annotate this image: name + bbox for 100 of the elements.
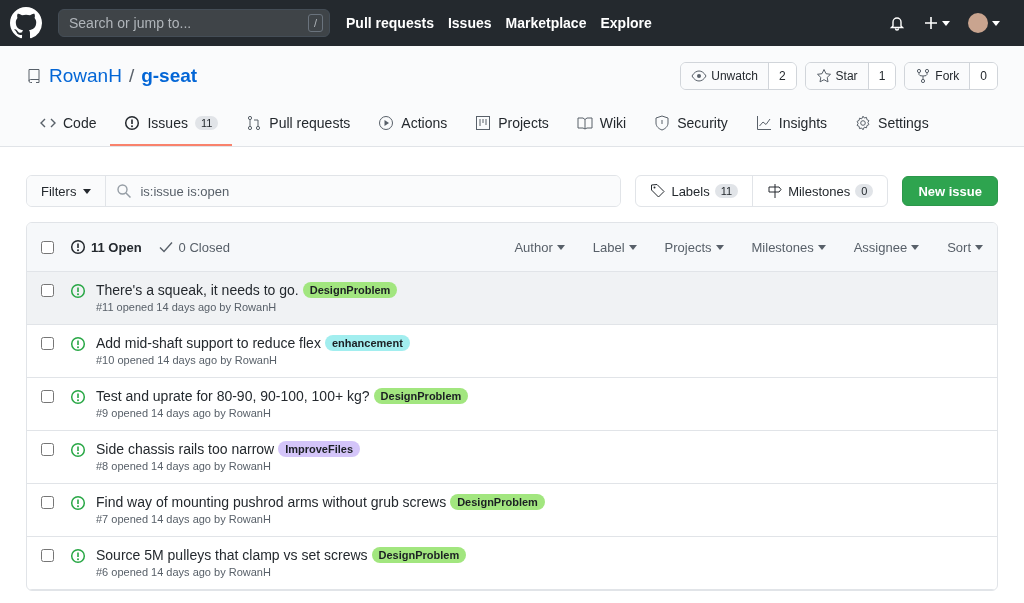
issue-title-link[interactable]: There's a squeak, it needs to go. — [96, 282, 299, 298]
check-icon — [157, 239, 174, 255]
caret-icon — [975, 244, 983, 250]
issue-icon — [70, 495, 86, 511]
issue-meta: #6 opened 14 days ago by RowanH — [96, 566, 272, 578]
owner-link[interactable]: RowanH — [49, 65, 122, 87]
issue-icon — [70, 239, 86, 255]
issue-row[interactable]: Side chassis rails too narrow ImproveFiles #8 opened 14 days ago by RowanH — [27, 431, 997, 484]
issue-label[interactable]: DesignProblem — [371, 547, 467, 563]
count-link[interactable]: 0 — [969, 63, 997, 89]
issue-icon — [124, 115, 141, 131]
nav-link[interactable]: Explore — [600, 15, 652, 31]
bell-icon — [889, 15, 905, 31]
issue-title-link[interactable]: Source 5M pulleys that clamp vs set screws — [96, 547, 368, 563]
issue-icon — [70, 283, 86, 299]
settings-icon — [855, 115, 872, 131]
repo-icon — [26, 68, 42, 84]
caret-icon — [628, 244, 637, 250]
repo-tab[interactable]: Actions — [364, 106, 462, 146]
nav-link[interactable]: Marketplace — [505, 15, 587, 31]
signpost-icon — [767, 183, 784, 199]
count-badge: 11 — [714, 184, 739, 198]
issue-title-link[interactable]: Side chassis rails too narrow — [96, 441, 275, 457]
issue-row[interactable]: Find way of mounting pushrod arms without grub screws DesignProblem #7 opened 14 days ago by RowanH — [27, 484, 997, 537]
issue-label[interactable]: ImproveFiles — [278, 441, 361, 457]
issue-meta: #8 opened 14 days ago by RowanH — [96, 460, 272, 472]
issue-title-link[interactable]: Add mid-shaft support to reduce flex — [96, 335, 321, 351]
fork-icon — [915, 68, 932, 84]
issue-title-link[interactable]: Test and uprate for 80-90, 90-100, 100+ kg? — [96, 388, 370, 404]
eye-icon — [691, 68, 708, 84]
issue-meta: #11 opened 14 days ago by RowanH — [96, 301, 278, 313]
filter-menu[interactable]: Projects — [664, 239, 724, 255]
issue-icon — [70, 389, 86, 405]
issue-row[interactable]: Add mid-shaft support to reduce flex enhancement #10 opened 14 days ago by RowanH — [27, 325, 997, 378]
caret-icon — [942, 20, 950, 26]
caret-icon — [715, 244, 724, 250]
repo-tab[interactable]: Insights — [741, 106, 842, 146]
issue-label[interactable]: DesignProblem — [373, 388, 469, 404]
count-link[interactable]: 1 — [867, 63, 896, 89]
create-menu-button[interactable] — [923, 15, 950, 31]
issue-row[interactable]: Test and uprate for 80-90, 90-100, 100+ kg? DesignProblem #9 opened 14 days ago by RowanH — [27, 378, 997, 431]
issue-checkbox[interactable] — [41, 284, 54, 297]
issue-label[interactable]: DesignProblem — [302, 282, 398, 298]
issue-row[interactable]: There's a squeak, it needs to go. DesignProblem #11 opened 14 days ago by RowanH — [27, 272, 997, 325]
tag-icon — [650, 183, 667, 199]
caret-icon — [817, 244, 826, 250]
repo-tab[interactable]: Wiki — [562, 106, 641, 146]
issue-label[interactable]: enhancement — [324, 335, 410, 351]
filter-menu[interactable]: Author — [514, 239, 565, 255]
caret-icon — [556, 244, 565, 250]
repo-tab[interactable]: Security — [640, 106, 742, 146]
filter-menu[interactable]: Assignee — [853, 239, 920, 255]
caret-icon — [992, 20, 1000, 26]
issue-title-link[interactable]: Find way of mounting pushrod arms without grub screws — [96, 494, 447, 510]
labels-link[interactable]: Labels 11 — [636, 176, 753, 206]
issue-meta: #10 opened 14 days ago by RowanH — [96, 354, 279, 366]
repo-tab[interactable]: Settings — [841, 106, 943, 146]
plus-icon — [923, 15, 939, 31]
issue-icon — [70, 548, 86, 564]
filter-menu[interactable]: Milestones — [751, 239, 826, 255]
graph-icon — [755, 115, 772, 131]
caret-icon — [911, 244, 920, 250]
issue-checkbox[interactable] — [41, 337, 54, 350]
count-link[interactable]: 2 — [767, 63, 796, 89]
issue-icon — [70, 442, 86, 458]
avatar — [968, 13, 988, 33]
issue-checkbox[interactable] — [41, 390, 54, 403]
filter-menu[interactable]: Label — [592, 239, 637, 255]
book-icon — [576, 115, 593, 131]
issue-row[interactable]: Source 5M pulleys that clamp vs set screws DesignProblem #6 opened 14 days ago by RowanH — [27, 537, 997, 590]
repo-name-link[interactable]: g-seat — [141, 65, 198, 87]
issue-icon — [70, 336, 86, 352]
shield-icon — [654, 115, 671, 131]
count-badge: 11 — [194, 116, 219, 130]
repo-tab[interactable]: Code — [26, 106, 111, 146]
repo-tab[interactable]: Projects — [461, 106, 563, 146]
project-board-icon — [475, 115, 492, 131]
logo-icon[interactable] — [10, 7, 42, 39]
nav-link[interactable]: Issues — [447, 15, 492, 31]
play-icon — [378, 115, 395, 131]
issue-meta: #9 opened 14 days ago by RowanH — [96, 407, 272, 419]
issue-meta: #7 opened 14 days ago by RowanH — [96, 513, 272, 525]
issue-label[interactable]: DesignProblem — [450, 494, 545, 510]
issue-checkbox[interactable] — [41, 549, 54, 562]
pull-request-icon — [246, 115, 263, 131]
milestones-link[interactable]: Milestones 0 — [752, 176, 888, 206]
shortcut-key: / — [307, 14, 323, 32]
issue-checkbox[interactable] — [41, 496, 54, 509]
open-filter[interactable]: 11 Open — [70, 239, 142, 255]
star-icon — [815, 68, 832, 84]
issue-checkbox[interactable] — [41, 443, 54, 456]
repo-tab[interactable]: Pull requests — [232, 106, 365, 146]
path-separator: / — [128, 65, 135, 87]
repo-tab[interactable]: Issues 11 — [110, 106, 233, 146]
profile-menu-button[interactable] — [968, 13, 1000, 33]
closed-filter[interactable]: 0 Closed — [157, 239, 230, 255]
select-all-checkbox[interactable] — [41, 240, 54, 254]
filter-menu[interactable]: Sort — [947, 239, 983, 255]
nav-link[interactable]: Pull requests — [346, 15, 434, 31]
count-badge: 0 — [855, 184, 874, 198]
